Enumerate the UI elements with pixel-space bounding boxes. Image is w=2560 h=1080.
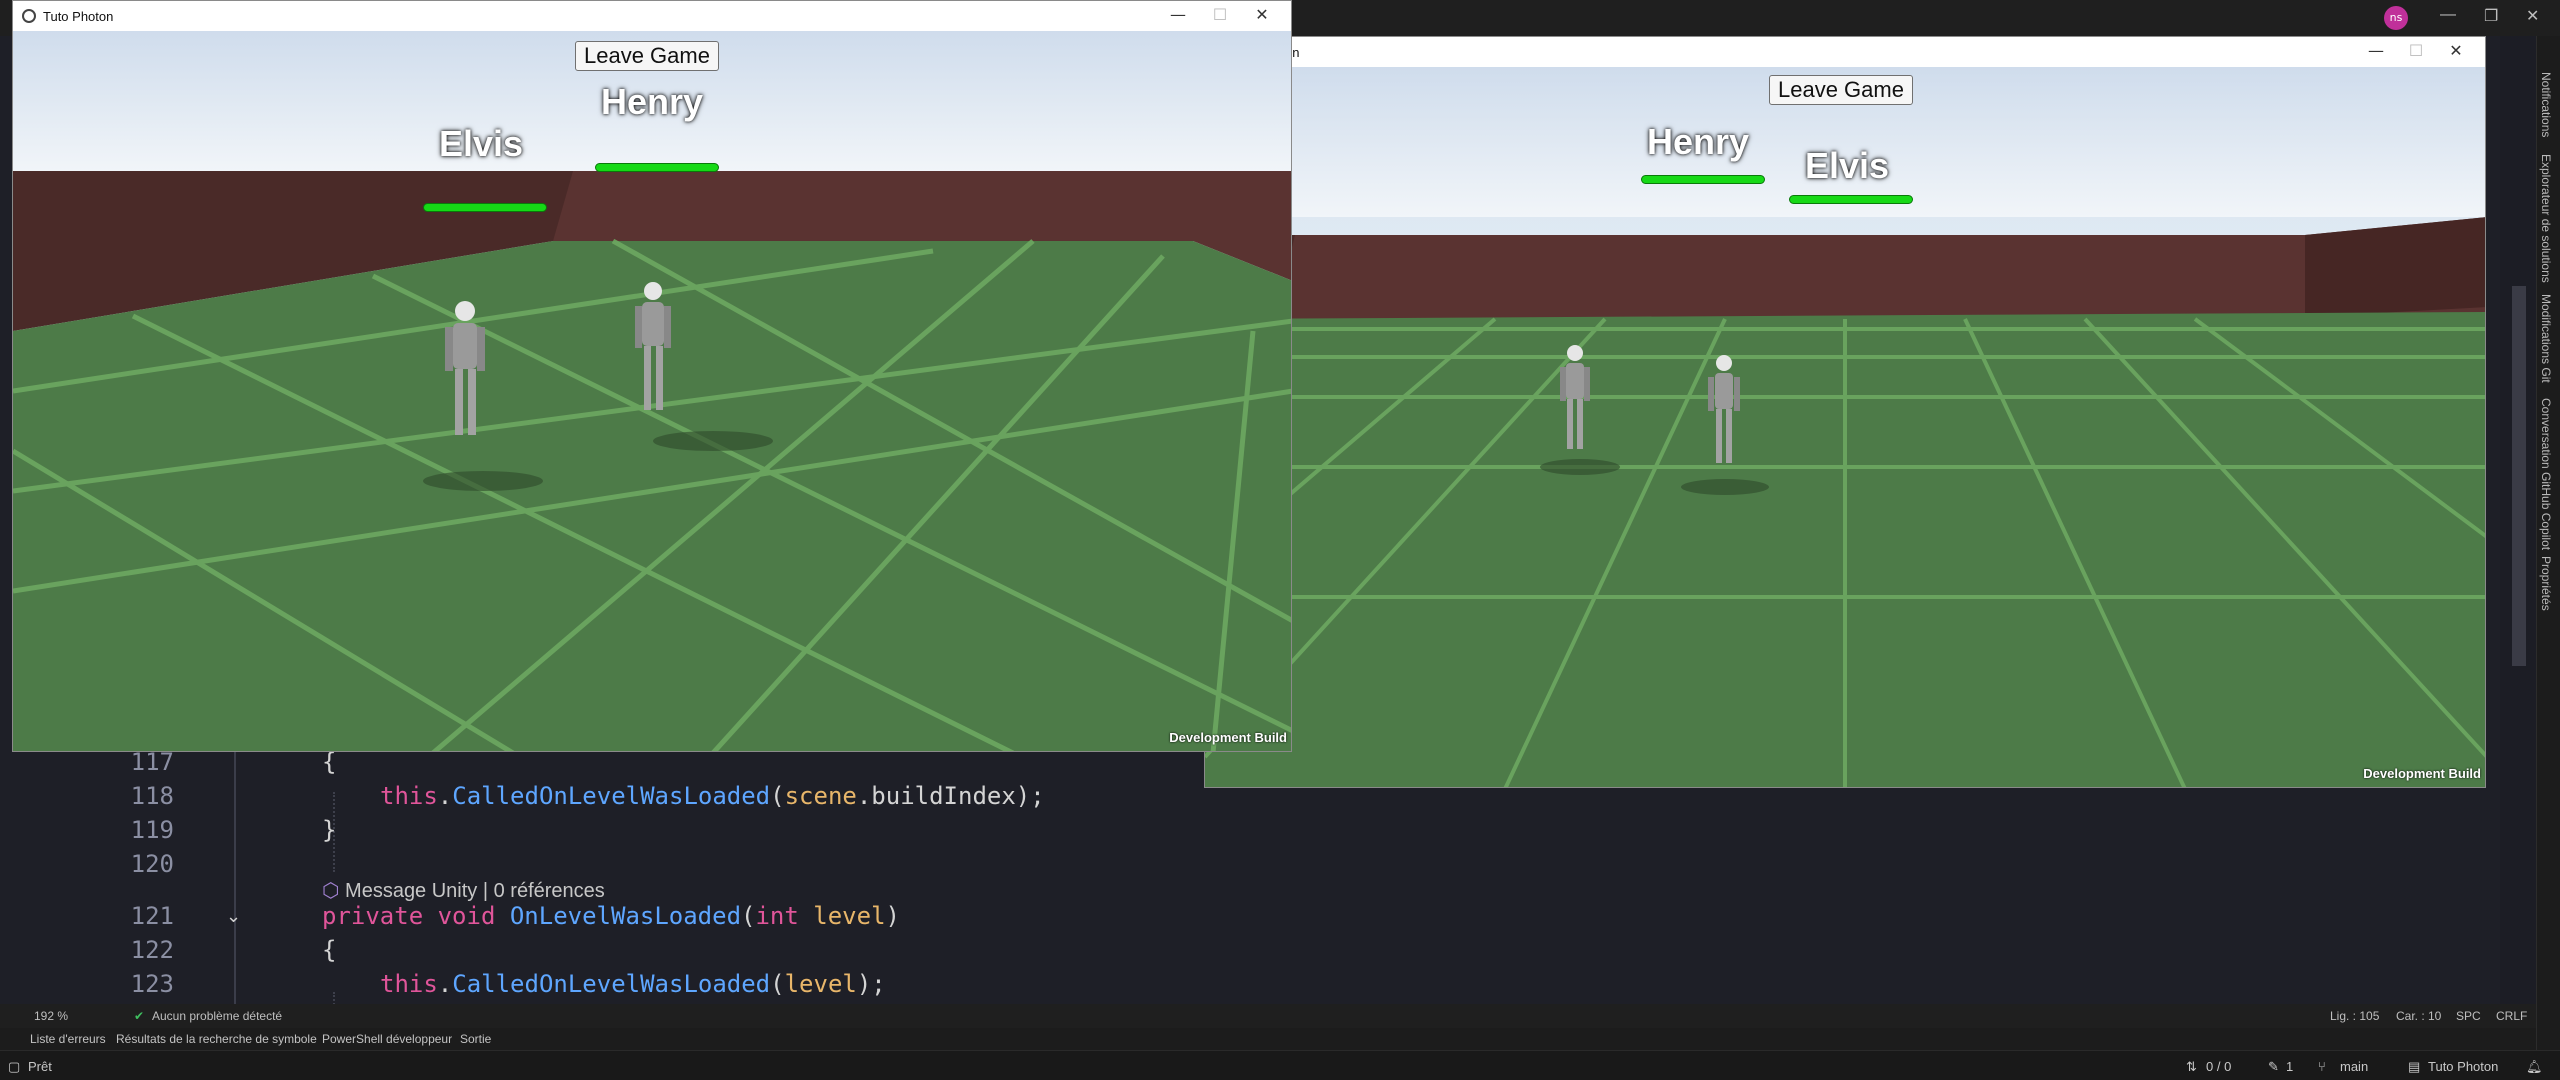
window-title-bar[interactable]: Tuto Photon — ☐ ✕ — [13, 1, 1291, 31]
player-name-label: Elvis — [439, 123, 524, 164]
scrollbar-minimap[interactable] — [2500, 36, 2536, 1016]
maximize-icon[interactable]: ☐ — [1205, 5, 1235, 27]
game-window-right[interactable]: on — ☐ ✕ Leave Game Henry Elvis Developm… — [1204, 36, 2486, 788]
tab-properties[interactable]: Propriétés — [2539, 556, 2553, 611]
player-name-label: Henry — [601, 81, 704, 122]
tab-copilot-chat[interactable]: Conversation GitHub Copilot — [2539, 398, 2553, 550]
tab-error-list[interactable]: Liste d'erreurs — [30, 1032, 106, 1046]
sync-icon: ⇅ — [2186, 1059, 2197, 1074]
line-number: 119 — [130, 816, 174, 844]
code-line: { — [322, 936, 337, 964]
codelens[interactable]: ⬡ Message Unity | 0 références — [322, 878, 605, 903]
codelens-references[interactable]: 0 références — [494, 880, 605, 902]
tab-notifications[interactable]: Notifications — [2539, 72, 2553, 137]
fold-chevron-icon[interactable]: ⌄ — [226, 906, 241, 927]
arena-scene — [13, 31, 1291, 751]
desktop: ns — ❐ ✕ 117 { 118 this.CalledOnLevelWas… — [0, 0, 2560, 1080]
pencil-icon: ✎ — [2268, 1059, 2279, 1074]
code-line: } — [322, 816, 337, 844]
fold-guide — [234, 750, 236, 1010]
code-line: this.CalledOnLevelWasLoaded(scene.buildI… — [380, 782, 1045, 810]
repo-icon: ▤ — [2408, 1059, 2421, 1074]
line-number: 117 — [130, 748, 174, 776]
git-changes-count[interactable]: 0 / 0 — [2206, 1059, 2231, 1074]
line-indicator[interactable]: Lig. : 105 — [2330, 1009, 2379, 1023]
restore-icon[interactable]: ❐ — [2484, 6, 2498, 26]
line-number: 123 — [130, 970, 174, 998]
variable-scene: scene — [784, 782, 857, 810]
development-build-label: Development Build — [2363, 766, 2481, 781]
health-bar — [1789, 195, 1913, 204]
code-line: { — [322, 748, 337, 776]
player-name-label: Elvis — [1805, 145, 1890, 186]
health-bar — [423, 203, 547, 212]
code-line: this.CalledOnLevelWasLoaded(level); — [380, 970, 886, 998]
close-icon[interactable]: ✕ — [2441, 41, 2471, 63]
health-bar — [1641, 175, 1765, 184]
tab-solution-explorer[interactable]: Explorateur de solutions — [2539, 154, 2553, 283]
maximize-icon[interactable]: ☐ — [2401, 41, 2431, 63]
window-title-bar[interactable]: on — ☐ ✕ — [1205, 37, 2485, 67]
code-line: private void OnLevelWasLoaded(int level) — [322, 902, 900, 930]
tab-powershell[interactable]: PowerShell développeur — [322, 1032, 452, 1046]
ready-status: Prêt — [28, 1059, 52, 1074]
line-number: 118 — [130, 782, 174, 810]
minimize-icon[interactable]: — — [1163, 5, 1193, 27]
line-number: 122 — [130, 936, 174, 964]
line-number: 121 — [130, 902, 174, 930]
tab-symbol-results[interactable]: Résultats de la recherche de symbole — [116, 1032, 317, 1046]
status-icon: ▢ — [8, 1059, 21, 1074]
minimize-icon[interactable]: — — [2361, 41, 2391, 63]
minimize-icon[interactable]: — — [2440, 6, 2456, 24]
branch-icon: ⑂ — [2318, 1059, 2326, 1074]
editor-status-bar: 192 % ✔ Aucun problème détecté Lig. : 10… — [0, 1004, 2536, 1028]
game-viewport[interactable]: Leave Game Henry Elvis Development Build — [1205, 67, 2485, 787]
char-indicator[interactable]: Car. : 10 — [2396, 1009, 2441, 1023]
development-build-label: Development Build — [1169, 730, 1287, 745]
bell-icon[interactable]: 🔔︎ — [2526, 1059, 2543, 1075]
commits-count[interactable]: 1 — [2286, 1059, 2293, 1074]
branch-name[interactable]: main — [2340, 1059, 2368, 1074]
scroll-thumb[interactable] — [2512, 286, 2526, 666]
tab-git-changes[interactable]: Modifications Git — [2539, 294, 2553, 383]
close-icon[interactable]: ✕ — [1247, 5, 1277, 27]
player-name-label: Henry — [1647, 121, 1750, 162]
tab-output[interactable]: Sortie — [460, 1032, 491, 1046]
leave-game-button[interactable]: Leave Game — [575, 41, 719, 71]
game-viewport[interactable]: Leave Game Elvis Henry Development Build — [13, 31, 1291, 751]
codelens-message: Message Unity — [345, 880, 478, 902]
tool-window-tabs: Liste d'erreurs Résultats de la recherch… — [0, 1028, 2536, 1050]
health-bar — [595, 163, 719, 172]
line-number: 120 — [130, 850, 174, 878]
check-circle-icon: ✔ — [134, 1009, 145, 1023]
game-window-left[interactable]: Tuto Photon — ☐ ✕ Leave Game Elvis Henry… — [12, 0, 1292, 752]
zoom-level[interactable]: 192 % — [34, 1009, 68, 1023]
user-avatar[interactable]: ns — [2384, 6, 2408, 30]
keyword-this: this — [380, 782, 438, 810]
whitespace-indicator[interactable]: SPC — [2456, 1009, 2481, 1023]
status-bar: ▢ Prêt ⇅ 0 / 0 ✎ 1 ⑂ main ▤ Tuto Photon … — [0, 1050, 2560, 1080]
leave-game-button[interactable]: Leave Game — [1769, 75, 1913, 105]
method-name: CalledOnLevelWasLoaded — [452, 782, 771, 810]
unity-app-icon — [22, 9, 36, 23]
problems-status[interactable]: Aucun problème détecté — [152, 1009, 282, 1023]
close-icon[interactable]: ✕ — [2526, 6, 2539, 26]
side-panel-tabs: Notifications Explorateur de solutions M… — [2536, 36, 2560, 1060]
project-name[interactable]: Tuto Photon — [2428, 1059, 2498, 1074]
line-ending-indicator[interactable]: CRLF — [2496, 1009, 2527, 1023]
window-title: Tuto Photon — [43, 9, 114, 24]
